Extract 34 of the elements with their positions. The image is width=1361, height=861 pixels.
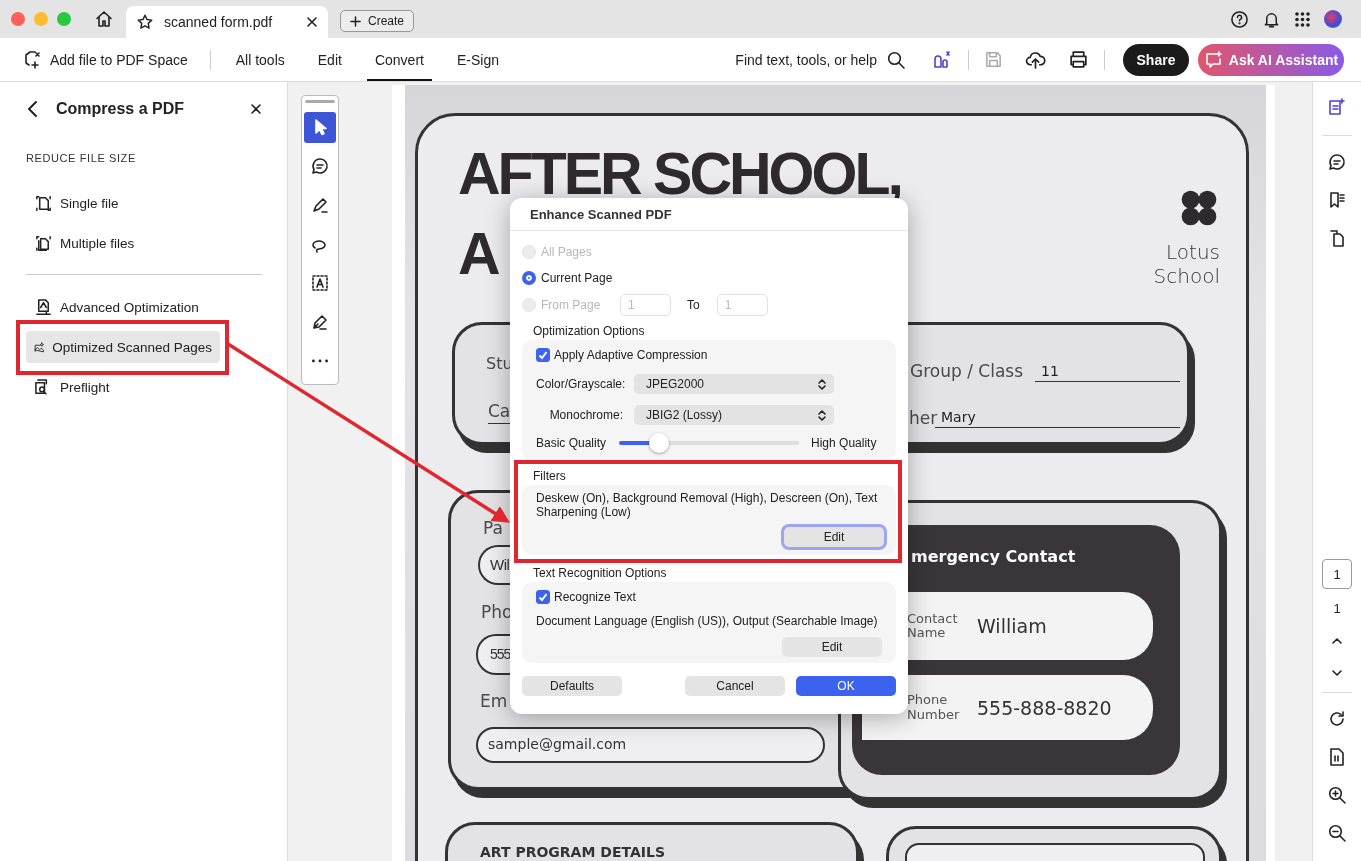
slider-label: Basic Quality bbox=[536, 436, 607, 450]
document-title: A bbox=[458, 226, 498, 282]
form-label: Contact Name bbox=[907, 611, 959, 641]
form-value: 555-888-8820 bbox=[977, 696, 1112, 719]
form-label: Pa bbox=[483, 518, 503, 538]
radio-label: All Pages bbox=[541, 245, 592, 259]
form-label: Phone Number bbox=[907, 693, 961, 722]
section-heading: REDUCE FILE SIZE bbox=[26, 152, 137, 164]
radio-label: Current Page bbox=[541, 271, 613, 285]
field-label: To bbox=[687, 298, 700, 312]
field-label: Color/Grayscale: bbox=[536, 377, 623, 391]
dialog-title: Enhance Scanned PDF bbox=[510, 198, 908, 231]
panel-title: Compress a PDF bbox=[56, 100, 186, 118]
radio-label: From Page bbox=[541, 298, 602, 312]
recognition-summary: Document Language (English (US)), Output (Searchable Image) bbox=[536, 614, 879, 628]
form-value: William bbox=[977, 615, 1047, 637]
section-title: mergency Contact bbox=[911, 547, 1076, 566]
school-name: Lotus School bbox=[1152, 240, 1220, 288]
group-label: Filters bbox=[532, 468, 567, 485]
form-label: her bbox=[909, 408, 938, 428]
form-value: 11 bbox=[1035, 363, 1180, 382]
group-label: Optimization Options bbox=[532, 323, 646, 340]
form-label: Group / Class bbox=[910, 361, 1023, 381]
filter-summary: Deskew (On), Background Removal (High), Descreen (On), Text Sharpening (Low) bbox=[536, 491, 879, 519]
field-label: Monochrome: bbox=[548, 408, 623, 422]
checkbox-label: Apply Adaptive Compression bbox=[554, 348, 708, 362]
group-label: Text Recognition Options bbox=[532, 565, 668, 582]
section-title: ART PROGRAM DETAILS bbox=[480, 845, 665, 860]
document-title: AFTER SCHOOL, bbox=[458, 151, 901, 197]
page-count: 1 bbox=[1333, 601, 1341, 616]
checkbox-label: Recognize Text bbox=[554, 590, 636, 604]
slider-label: High Quality bbox=[811, 436, 877, 450]
form-field: sample@gmail.com bbox=[476, 727, 825, 763]
form-label: Em bbox=[480, 691, 508, 711]
